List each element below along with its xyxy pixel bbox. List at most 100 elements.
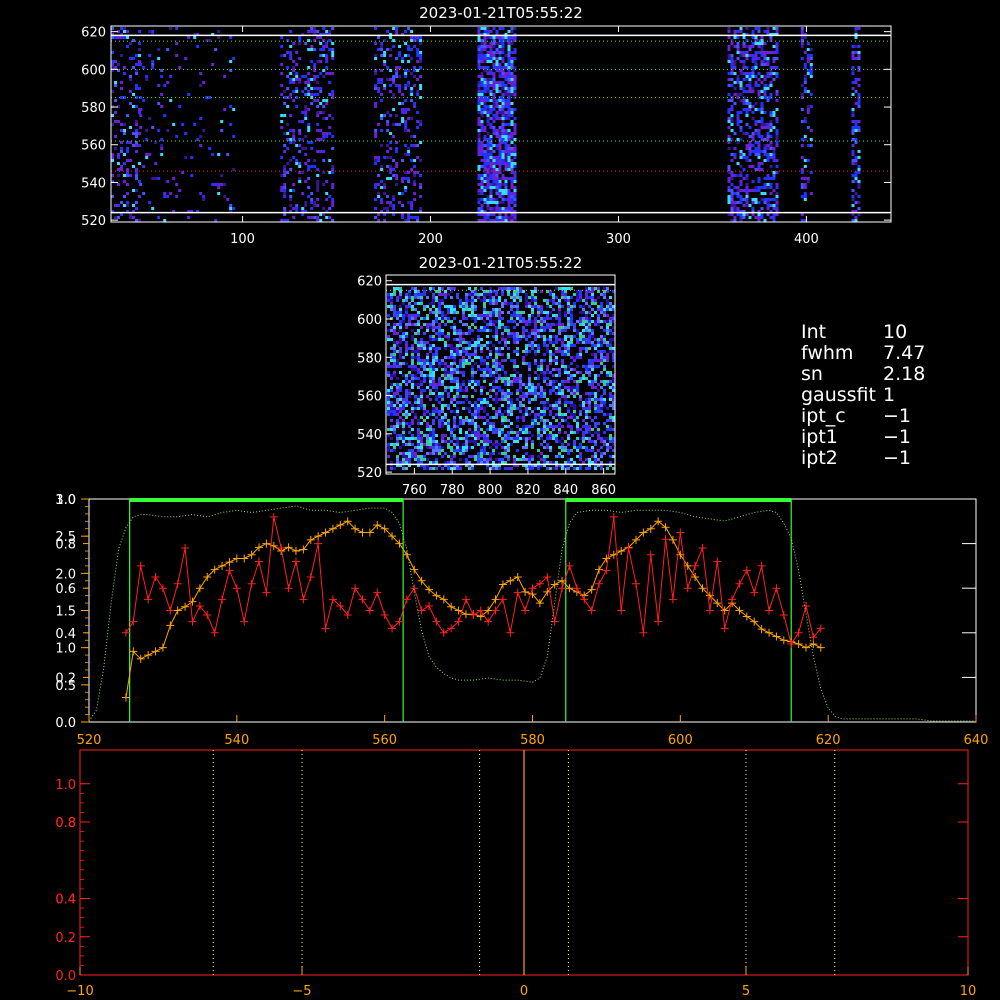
heatmap-pixel [504,338,507,341]
heatmap-pixel [477,153,481,156]
heatmap-pixel [489,452,492,455]
heatmap-pixel [495,398,498,401]
heatmap-pixel [754,63,758,66]
heatmap-pixel [579,347,582,350]
heatmap-pixel [757,72,761,75]
heatmap-pixel [417,395,420,398]
heatmap-pixel [407,84,411,87]
data-point-marker [336,521,345,530]
heatmap-pixel [498,320,501,323]
heatmap-pixel [489,126,493,129]
heatmap-pixel [393,329,396,332]
heatmap-pixel [459,386,462,389]
heatmap-pixel [558,455,561,458]
heatmap-pixel [585,314,588,317]
heatmap-pixel [507,443,510,446]
heatmap-pixel [447,374,450,377]
heatmap-pixel [151,60,155,63]
heatmap-pixel [387,455,390,458]
heatmap-pixel [769,177,773,180]
heatmap-pixel [126,174,129,177]
heatmap-pixel [399,395,402,398]
heatmap-pixel [507,153,511,156]
heatmap-pixel [480,159,484,162]
heatmap-pixel [854,51,858,54]
heatmap-pixel [540,320,543,323]
heatmap-pixel [742,156,746,159]
heatmap-pixel [803,198,807,201]
heatmap-pixel [504,437,507,440]
heatmap-pixel [480,458,483,461]
heatmap-pixel [522,425,525,428]
heatmap-pixel [507,51,511,54]
heatmap-pixel [480,99,484,102]
heatmap-pixel [507,449,510,452]
heatmap-pixel [374,159,378,162]
heatmap-pixel [501,45,505,48]
heatmap-pixel [413,105,417,108]
heatmap-pixel [775,198,779,201]
heatmap-pixel [304,117,308,120]
heatmap-pixel [522,320,525,323]
heatmap-pixel [426,395,429,398]
heatmap-pixel [477,84,481,87]
heatmap-pixel [447,425,450,428]
heatmap-pixel [510,359,513,362]
heatmap-pixel [754,147,758,150]
heatmap-pixel [157,102,161,105]
heatmap-pixel [594,392,597,395]
heatmap-pixel [552,368,555,371]
heatmap-pixel [399,338,402,341]
heatmap-pixel [800,195,804,198]
heatmap-pixel [477,165,481,168]
heatmap-pixel [540,329,543,332]
heatmap-pixel [410,48,414,51]
heatmap-pixel [423,362,426,365]
heatmap-pixel [477,36,481,39]
heatmap-pixel [492,428,495,431]
heatmap-pixel [501,368,504,371]
heatmap-pixel [486,323,489,326]
heatmap-pixel [609,323,612,326]
heatmap-pixel [851,162,855,165]
heatmap-pixel [742,213,746,216]
heatmap-pixel [745,57,749,60]
heatmap-pixel [594,323,597,326]
heatmap-pixel [396,440,399,443]
heatmap-pixel [411,308,414,311]
heatmap-pixel [857,51,861,54]
heatmap-pixel [402,335,405,338]
heatmap-pixel [504,377,507,380]
heatmap-pixel [739,183,743,186]
heatmap-pixel [126,168,129,171]
heatmap-pixel [486,374,489,377]
heatmap-pixel [745,75,749,78]
heatmap-pixel [313,204,317,207]
heatmap-pixel [513,326,516,329]
heatmap-pixel [480,51,484,54]
heatmap-pixel [465,302,468,305]
heatmap-pixel [763,144,767,147]
data-point-marker [181,602,190,611]
heatmap-pixel [549,353,552,356]
heatmap-pixel [510,431,513,434]
heatmap-pixel [594,287,597,290]
heatmap-pixel [546,377,549,380]
heatmap-pixel [217,183,221,186]
heatmap-pixel [217,153,221,156]
heatmap-pixel [492,150,496,153]
heatmap-pixel [114,81,117,84]
heatmap-pixel [516,317,519,320]
heatmap-pixel [489,81,493,84]
heatmap-pixel [383,51,387,54]
heatmap-pixel [483,386,486,389]
heatmap-pixel [748,72,752,75]
heatmap-pixel [396,311,399,314]
heatmap-pixel [600,308,603,311]
heatmap-pixel [534,389,537,392]
heatmap-pixel [492,407,495,410]
heatmap-pixel [501,195,505,198]
heatmap-pixel [766,147,770,150]
heatmap-pixel [135,63,138,66]
heatmap-pixel [387,404,390,407]
